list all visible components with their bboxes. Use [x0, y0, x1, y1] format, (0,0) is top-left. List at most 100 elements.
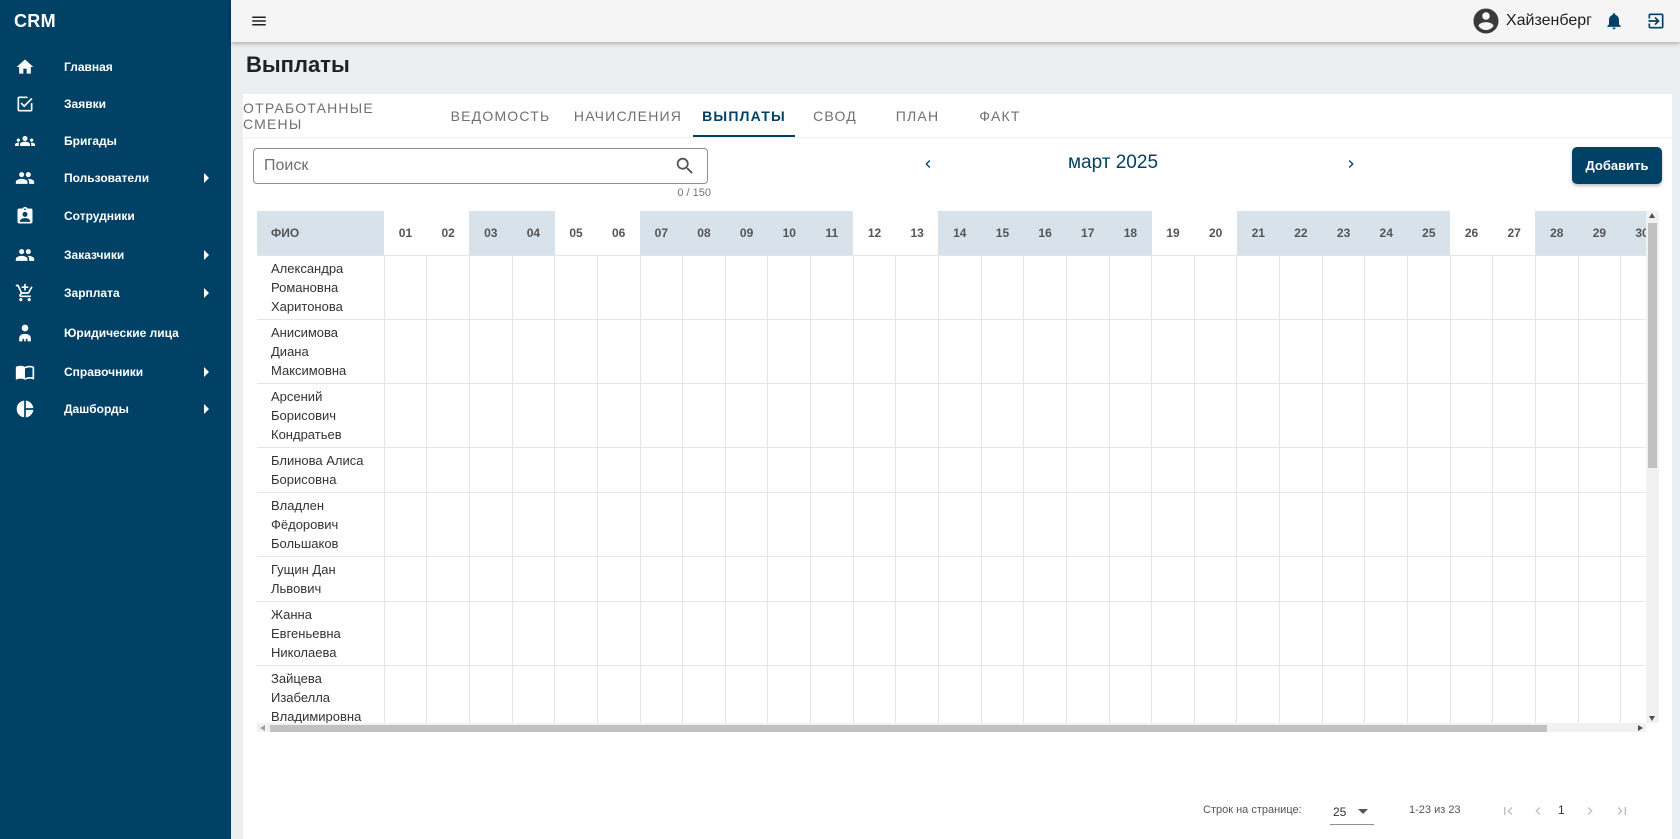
day-cell[interactable] [767, 664, 812, 723]
employee-name-cell[interactable]: Блинова Алиса Борисовна [257, 446, 385, 493]
column-header-day[interactable]: 11 [810, 211, 854, 255]
day-cell[interactable] [1279, 446, 1323, 493]
day-cell[interactable] [1065, 254, 1110, 320]
day-cell[interactable] [1364, 318, 1409, 384]
column-header-day[interactable]: 04 [512, 211, 555, 255]
tab-item[interactable]: СВОД [795, 94, 875, 137]
day-cell[interactable] [1193, 446, 1238, 493]
employee-name-cell[interactable]: Александра Романовна Харитонова [257, 254, 385, 320]
day-cell[interactable] [639, 664, 684, 723]
day-cell[interactable] [1065, 664, 1110, 723]
column-header-day[interactable]: 17 [1066, 211, 1110, 255]
rows-per-page-select[interactable]: 25 [1330, 799, 1374, 825]
table-row[interactable]: Владлен Фёдорович Большаков [257, 491, 1646, 557]
day-cell[interactable] [639, 491, 684, 557]
day-cell[interactable] [810, 555, 854, 602]
day-cell[interactable] [1023, 382, 1067, 448]
day-cell[interactable] [1620, 254, 1646, 320]
day-cell[interactable] [383, 491, 428, 557]
day-cell[interactable] [1023, 318, 1067, 384]
day-cell[interactable] [1193, 600, 1238, 666]
day-cell[interactable] [1321, 664, 1366, 723]
day-cell[interactable] [1407, 555, 1451, 602]
column-header-day[interactable]: 05 [554, 211, 598, 255]
day-cell[interactable] [682, 318, 726, 384]
sidebar-item[interactable]: Заявки [0, 85, 231, 122]
scroll-down-icon[interactable] [1649, 716, 1655, 721]
tab-item[interactable]: ВЫПЛАТЫ [693, 94, 795, 137]
day-cell[interactable] [596, 318, 641, 384]
day-cell[interactable] [1065, 318, 1110, 384]
day-cell[interactable] [724, 254, 769, 320]
day-cell[interactable] [980, 664, 1025, 723]
day-cell[interactable] [1449, 555, 1494, 602]
chevron-right-icon[interactable] [1339, 152, 1363, 176]
day-cell[interactable] [383, 318, 428, 384]
day-cell[interactable] [554, 446, 598, 493]
day-cell[interactable] [511, 254, 556, 320]
day-cell[interactable] [511, 664, 556, 723]
day-cell[interactable] [1321, 318, 1366, 384]
day-cell[interactable] [1108, 491, 1153, 557]
sidebar-item[interactable]: Заказчики [0, 236, 231, 273]
menu-icon[interactable] [247, 9, 271, 33]
day-cell[interactable] [639, 555, 684, 602]
table-row[interactable]: Арсений Борисович Кондратьев [257, 382, 1646, 448]
day-cell[interactable] [383, 382, 428, 448]
column-header-day[interactable]: 08 [682, 211, 726, 255]
add-button[interactable]: Добавить [1572, 147, 1662, 184]
day-cell[interactable] [1108, 600, 1153, 666]
day-cell[interactable] [1577, 600, 1622, 666]
column-header-day[interactable]: 30 [1620, 211, 1646, 255]
day-cell[interactable] [1151, 491, 1195, 557]
day-cell[interactable] [1193, 555, 1238, 602]
day-cell[interactable] [1364, 491, 1409, 557]
day-cell[interactable] [1449, 254, 1494, 320]
day-cell[interactable] [682, 600, 726, 666]
day-cell[interactable] [895, 555, 939, 602]
day-cell[interactable] [383, 254, 428, 320]
column-header-day[interactable]: 07 [640, 211, 683, 255]
day-cell[interactable] [682, 555, 726, 602]
sidebar-item[interactable]: Зарплата [0, 273, 231, 313]
day-cell[interactable] [1193, 318, 1238, 384]
day-cell[interactable] [1236, 382, 1281, 448]
day-cell[interactable] [724, 600, 769, 666]
day-cell[interactable] [1236, 664, 1281, 723]
column-header-day[interactable]: 18 [1109, 211, 1152, 255]
table-row[interactable]: Зайцева Изабелла Владимировна [257, 664, 1646, 723]
day-cell[interactable] [937, 382, 982, 448]
column-header-day[interactable]: 20 [1194, 211, 1237, 255]
column-header-day[interactable]: 19 [1151, 211, 1195, 255]
day-cell[interactable] [1321, 254, 1366, 320]
account-circle-icon[interactable] [1471, 6, 1501, 36]
day-cell[interactable] [1065, 446, 1110, 493]
day-cell[interactable] [1279, 664, 1323, 723]
scroll-left-icon[interactable] [260, 725, 265, 731]
day-cell[interactable] [980, 446, 1025, 493]
tab-item[interactable]: ВЕДОМОСТЬ [438, 94, 563, 137]
day-cell[interactable] [426, 254, 470, 320]
day-cell[interactable] [1108, 664, 1153, 723]
sidebar-item[interactable]: Сотрудники [0, 196, 231, 236]
day-cell[interactable] [1492, 382, 1536, 448]
day-cell[interactable] [937, 555, 982, 602]
day-cell[interactable] [724, 491, 769, 557]
column-header-day[interactable]: 26 [1450, 211, 1493, 255]
last-page-icon[interactable] [1610, 799, 1634, 823]
sidebar-item[interactable]: Бригады [0, 122, 231, 159]
day-cell[interactable] [1407, 491, 1451, 557]
day-cell[interactable] [682, 446, 726, 493]
tab-item[interactable]: ФАКТ [960, 94, 1040, 137]
day-cell[interactable] [1364, 664, 1409, 723]
day-cell[interactable] [1534, 491, 1579, 557]
day-cell[interactable] [980, 491, 1025, 557]
tab-item[interactable]: ОТРАБОТАННЫЕ СМЕНЫ [243, 94, 438, 137]
day-cell[interactable] [980, 600, 1025, 666]
day-cell[interactable] [895, 254, 939, 320]
day-cell[interactable] [895, 600, 939, 666]
day-cell[interactable] [1620, 664, 1646, 723]
sidebar-item[interactable]: Юридические лица [0, 313, 231, 353]
day-cell[interactable] [1065, 382, 1110, 448]
day-cell[interactable] [511, 382, 556, 448]
